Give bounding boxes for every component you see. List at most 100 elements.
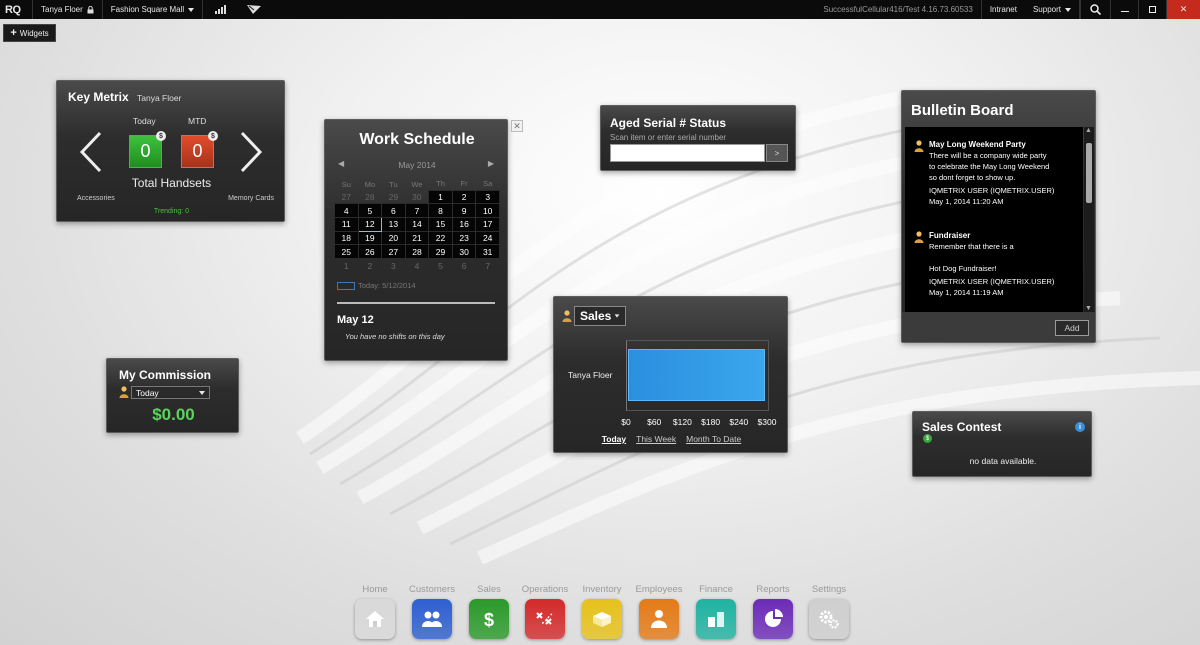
minimize-button[interactable] — [1110, 0, 1138, 19]
calendar-day[interactable]: 28 — [358, 190, 382, 204]
location-dropdown[interactable]: Fashion Square Mall — [103, 0, 202, 19]
support-menu[interactable]: Support — [1025, 0, 1079, 19]
next-month-icon[interactable]: ▶ — [488, 159, 494, 168]
calendar-day[interactable]: 30 — [451, 244, 477, 259]
calendar-day[interactable]: 1 — [335, 258, 359, 272]
today-indicator[interactable]: Today: 5/12/2014 — [337, 281, 416, 290]
add-widgets-button[interactable]: + Widgets — [3, 24, 56, 42]
finance-icon[interactable] — [696, 599, 736, 639]
tab-this-week[interactable]: This Week — [636, 434, 676, 444]
dock-item-customers[interactable]: Customers — [409, 584, 455, 639]
dollar-icon[interactable]: $ — [469, 599, 509, 639]
dock-item-operations[interactable]: Operations — [522, 584, 568, 639]
calendar-day[interactable]: 10 — [475, 203, 500, 218]
commission-title: My Commission — [119, 368, 212, 382]
calendar-day[interactable]: 6 — [452, 258, 476, 272]
sales-metric-dropdown[interactable]: Sales — [574, 306, 626, 326]
calendar-day[interactable]: 5 — [357, 203, 383, 218]
next-metric-label[interactable]: Memory Cards — [228, 195, 274, 202]
calendar-day[interactable]: 24 — [475, 230, 500, 246]
mtd-value-box: 0 $ — [181, 131, 218, 168]
inventory-icon[interactable] — [582, 599, 622, 639]
bulletin-scrollbar[interactable]: ▲ ▼ — [1084, 127, 1094, 312]
home-icon[interactable] — [355, 599, 395, 639]
dock-item-finance[interactable]: Finance — [696, 584, 736, 639]
calendar-day[interactable]: 23 — [451, 230, 477, 246]
dock-item-reports[interactable]: Reports — [753, 584, 793, 639]
previous-metric-arrow-icon[interactable] — [79, 131, 103, 173]
calendar-day[interactable]: 1 — [428, 189, 453, 205]
tab-today[interactable]: Today — [602, 434, 626, 444]
add-post-button[interactable]: Add — [1055, 320, 1089, 336]
search-button[interactable] — [1080, 0, 1110, 19]
calendar-day[interactable]: 14 — [404, 216, 430, 232]
calendar-day[interactable]: 7 — [404, 203, 430, 218]
calendar-day[interactable]: 15 — [428, 216, 453, 232]
calendar-day[interactable]: 6 — [381, 203, 406, 218]
calendar-day[interactable]: 17 — [475, 216, 500, 232]
calendar-day[interactable]: 3 — [475, 189, 500, 205]
close-widget-button[interactable]: ✕ — [511, 120, 523, 132]
calendar-day[interactable]: 28 — [404, 244, 430, 259]
customers-icon[interactable] — [412, 599, 452, 639]
calendar-day[interactable]: 7 — [476, 258, 500, 272]
close-button[interactable]: ✕ — [1166, 0, 1200, 19]
calendar-day[interactable]: 16 — [451, 216, 477, 232]
weekday-label: Tu — [389, 179, 398, 189]
bulletin-post[interactable]: Fundraiser Remember that there is a Hot D… — [929, 230, 1079, 298]
calendar-day[interactable]: 25 — [334, 244, 359, 259]
calendar-day[interactable]: 26 — [357, 244, 383, 259]
calendar-day[interactable]: 4 — [334, 203, 359, 218]
plus-icon: + — [10, 27, 17, 39]
pie-chart-icon[interactable] — [753, 599, 793, 639]
intranet-link[interactable]: Intranet — [982, 0, 1025, 19]
calendar-day[interactable]: 3 — [382, 258, 406, 272]
dock-item-inventory[interactable]: Inventory — [582, 584, 622, 639]
gears-icon[interactable] — [809, 599, 849, 639]
weekday-label: Mo — [364, 179, 376, 189]
info-icon[interactable]: i — [1075, 422, 1085, 432]
calendar-day[interactable]: 2 — [451, 189, 477, 205]
next-metric-arrow-icon[interactable] — [239, 131, 263, 173]
calendar-day[interactable]: 4 — [405, 258, 429, 272]
calendar-day[interactable]: 18 — [334, 230, 359, 246]
user-menu[interactable]: Tanya Floer — [33, 0, 102, 19]
scroll-down-icon[interactable]: ▼ — [1085, 305, 1092, 312]
tab-month-to-date[interactable]: Month To Date — [686, 434, 741, 444]
dock-item-employees[interactable]: Employees — [636, 584, 683, 639]
signal-button[interactable] — [203, 0, 239, 19]
dock-item-home[interactable]: Home — [355, 584, 395, 639]
scrollbar-thumb[interactable] — [1086, 143, 1092, 203]
calendar-day[interactable]: 27 — [381, 244, 406, 259]
calendar-day[interactable]: 20 — [381, 230, 406, 246]
calendar-day[interactable]: 12 — [357, 216, 383, 232]
calendar-day[interactable]: 22 — [428, 230, 453, 246]
serial-input[interactable] — [610, 144, 765, 162]
calendar-day[interactable]: 9 — [451, 203, 477, 218]
post-body-line: Remember that there is a — [929, 242, 1014, 251]
send-button[interactable] — [239, 0, 269, 19]
dock-item-settings[interactable]: Settings — [809, 584, 849, 639]
calendar-day[interactable]: 31 — [475, 244, 500, 259]
commission-period-dropdown[interactable]: Today — [131, 386, 210, 399]
calendar-day[interactable]: 29 — [382, 190, 406, 204]
bulletin-post[interactable]: May Long Weekend Party There will be a co… — [929, 139, 1079, 207]
calendar-day[interactable]: 21 — [404, 230, 430, 246]
calendar-day[interactable]: 11 — [334, 216, 359, 232]
calendar-day[interactable]: 2 — [358, 258, 382, 272]
calendar-day[interactable]: 13 — [381, 216, 406, 232]
calendar-day[interactable]: 27 — [335, 190, 359, 204]
operations-icon[interactable] — [525, 599, 565, 639]
calendar-day[interactable]: 8 — [428, 203, 453, 218]
calendar-day[interactable]: 19 — [357, 230, 383, 246]
x-tick-label: $180 — [701, 417, 721, 427]
previous-metric-label[interactable]: Accessories — [77, 195, 115, 202]
restore-button[interactable] — [1138, 0, 1166, 19]
scroll-up-icon[interactable]: ▲ — [1085, 127, 1092, 134]
employee-icon[interactable] — [639, 599, 679, 639]
calendar-day[interactable]: 5 — [429, 258, 453, 272]
calendar-day[interactable]: 30 — [405, 190, 429, 204]
serial-go-button[interactable]: > — [766, 144, 788, 162]
dock-item-sales[interactable]: Sales $ — [469, 584, 509, 639]
calendar-day[interactable]: 29 — [428, 244, 453, 259]
